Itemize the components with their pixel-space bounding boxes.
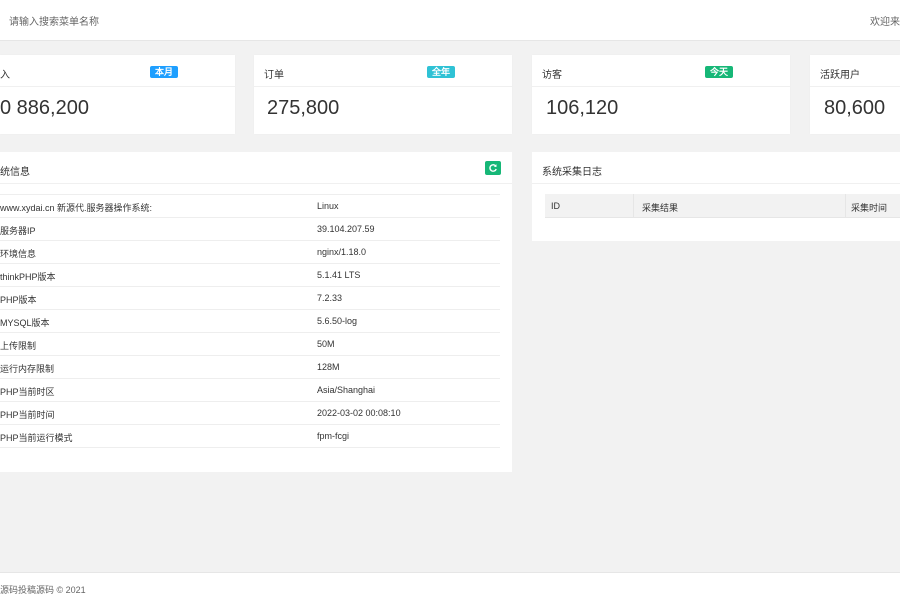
stat-card-income: 入 本月 0 886,200 [0,55,235,134]
info-value: 50M [317,339,335,349]
table-row: thinkPHP版本 5.1.41 LTS [0,263,500,286]
info-key: 运行内存限制 [0,364,55,374]
table-row: PHP当前时区 Asia/Shanghai [0,378,500,401]
system-info-panel: 统信息 www.xydai.cn 新源代.服务器操作系统: Linux 服务器I… [0,152,512,472]
badge-today: 今天 [705,66,734,78]
info-key: 环境信息 [0,249,37,259]
info-key: 服务器IP [0,226,36,236]
info-key: PHP当前时区 [0,387,55,397]
badge-year: 全年 [427,66,456,78]
info-value: 5.6.50-log [317,316,358,326]
panel-title: 统信息 [0,167,30,178]
menu-search-input[interactable]: 请输入搜索菜单名称 [9,13,99,28]
card-header: 活跃用户 [810,55,900,87]
column-divider [633,194,634,217]
info-key: PHP当前时间 [0,410,55,420]
info-value: nginx/1.18.0 [317,247,367,257]
collect-log-panel: 系统采集日志 ID 采集结果 采集时间 [532,152,900,241]
stat-card-visitors: 访客 今天 106,120 [532,55,790,134]
info-value: Asia/Shanghai [317,385,376,395]
card-title: 入 [0,70,10,81]
stat-value: 106,120 [546,97,619,119]
top-bar: 请输入搜索菜单名称 欢迎来到 [0,0,900,41]
info-key: PHP当前运行模式 [0,433,73,443]
card-header: 访客 今天 [532,55,790,87]
stat-value: 275,800 [267,97,340,119]
panel-header: 系统采集日志 [532,152,900,184]
stat-card-active-users: 活跃用户 80,600 [810,55,900,134]
column-header-result: 采集结果 [642,203,679,213]
table-row: 运行内存限制 128M [0,355,500,378]
table-row: PHP当前时间 2022-03-02 00:08:10 [0,401,500,424]
log-table-header: ID 采集结果 采集时间 [545,194,900,218]
info-value: 2022-03-02 00:08:10 [317,408,401,418]
card-header: 入 本月 [0,55,235,87]
panel-title: 系统采集日志 [542,167,602,178]
card-header: 订单 全年 [254,55,512,87]
info-value: 5.1.41 LTS [317,270,361,280]
info-key: PHP版本 [0,295,37,305]
table-row: 上传限制 50M [0,332,500,355]
table-row: www.xydai.cn 新源代.服务器操作系统: Linux [0,194,500,217]
info-value: 39.104.207.59 [317,224,375,234]
info-value: Linux [317,201,339,211]
card-title: 活跃用户 [820,70,860,81]
info-key: www.xydai.cn 新源代.服务器操作系统: [0,203,153,213]
welcome-text: 欢迎来到 [870,17,900,28]
system-info-table: www.xydai.cn 新源代.服务器操作系统: Linux 服务器IP 39… [0,194,500,448]
table-row: 环境信息 nginx/1.18.0 [0,240,500,263]
stat-value: 0 886,200 [0,97,89,119]
column-header-id: ID [551,201,560,211]
card-title: 访客 [542,70,562,81]
badge-month: 本月 [150,66,179,78]
refresh-icon[interactable] [485,161,501,175]
info-value: 128M [317,362,340,372]
table-row: 服务器IP 39.104.207.59 [0,217,500,240]
copyright-text: 源码投稿源码 © 2021 [0,585,86,595]
stat-value: 80,600 [824,97,886,119]
stat-card-orders: 订单 全年 275,800 [254,55,512,134]
info-value: fpm-fcgi [317,431,350,441]
table-row: PHP当前运行模式 fpm-fcgi [0,424,500,448]
footer: 源码投稿源码 © 2021 [0,572,900,601]
info-key: MYSQL版本 [0,318,50,328]
panel-header: 统信息 [0,152,512,184]
card-title: 订单 [264,70,284,81]
info-key: 上传限制 [0,341,37,351]
table-row: MYSQL版本 5.6.50-log [0,309,500,332]
info-value: 7.2.33 [317,293,343,303]
column-header-time: 采集时间 [851,203,888,213]
table-row: PHP版本 7.2.33 [0,286,500,309]
column-divider [845,194,846,217]
info-key: thinkPHP版本 [0,272,56,282]
